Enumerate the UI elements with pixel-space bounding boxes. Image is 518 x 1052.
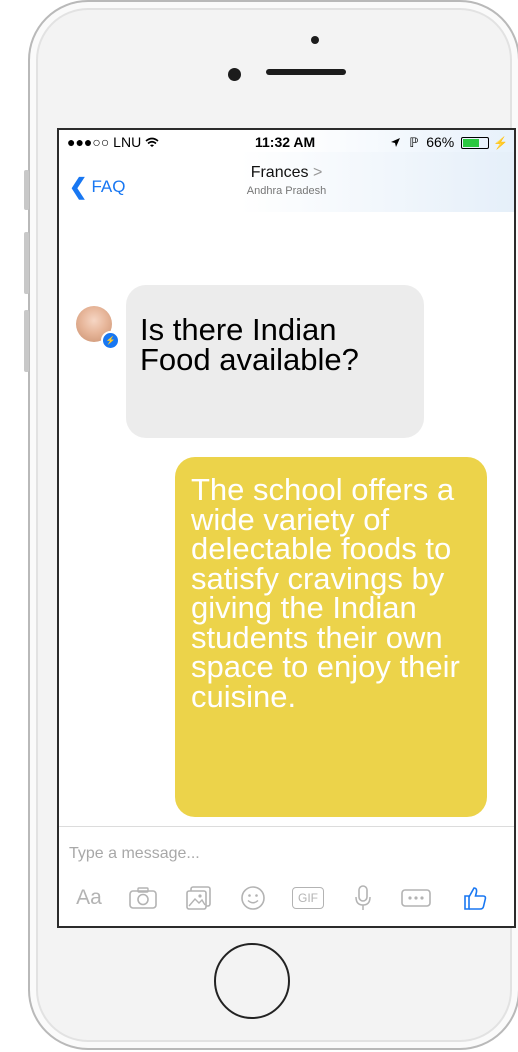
more-icon[interactable] [397,881,435,915]
text-format-button[interactable]: Aa [69,881,109,915]
contact-arrow: > [312,164,323,181]
status-time: 11:32 AM [255,134,316,150]
front-camera [228,68,241,81]
wifi-icon [145,137,159,147]
earpiece-speaker [266,69,346,75]
proximity-sensor [311,36,319,44]
incoming-message-bubble[interactable]: Is there Indian Food available? [126,285,424,438]
location-arrow-icon [391,138,401,147]
mute-switch [24,170,29,210]
contact-location: Andhra Pradesh [246,185,327,197]
conversation-header: ❮ FAQ Frances > Andhra Pradesh [59,152,514,213]
battery-icon [461,137,490,149]
home-button[interactable] [214,943,290,1019]
carrier-signal: ●●●○○ LNU [67,134,159,150]
message-composer: Type a message... Aa GIF [59,826,514,926]
volume-up-button [24,232,29,294]
gif-label: GIF [292,887,324,909]
photo-icon[interactable] [181,881,217,915]
composer-toolbar: Aa GIF [65,881,505,915]
volume-down-button [24,310,29,372]
status-bar: ●●●○○ LNU 11:32 AM ℙ 66% ⚡ [59,130,514,152]
camera-icon[interactable] [125,881,161,915]
message-input[interactable]: Type a message... [69,845,200,863]
battery-percent: 66% [426,134,455,150]
contact-info[interactable]: Frances > Andhra Pradesh [59,164,514,197]
messenger-badge-icon: ⚡ [101,331,120,350]
microphone-icon[interactable] [347,881,379,915]
emoji-icon[interactable] [235,881,271,915]
contact-name: Frances > [250,164,323,181]
message-list[interactable]: ⚡ Is there Indian Food available? The sc… [59,212,514,826]
outgoing-message-bubble[interactable]: The school offers a wide variety of dele… [175,457,487,817]
bluetooth-icon: ℙ [409,135,419,150]
phone-screen: ●●●○○ LNU 11:32 AM ℙ 66% ⚡ ❮ FAQ Frances … [57,128,516,928]
status-right: ℙ 66% ⚡ [390,134,508,151]
like-icon[interactable] [457,881,493,915]
gif-icon[interactable]: GIF [289,881,327,915]
charging-icon: ⚡ [493,136,508,150]
